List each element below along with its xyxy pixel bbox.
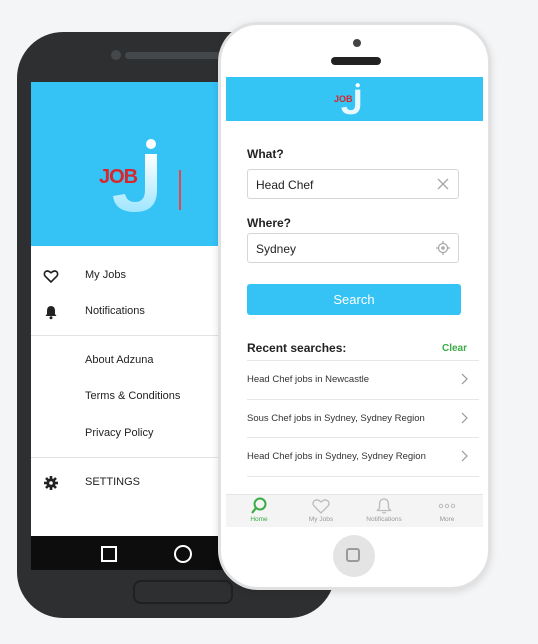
drawer-divider xyxy=(31,335,221,336)
recent-search-row[interactable]: Sous Chef jobs in Sydney, Sydney Region xyxy=(247,399,479,438)
job-logo-small: JOB xyxy=(334,82,374,118)
iphone-camera xyxy=(353,39,361,47)
android-speaker xyxy=(125,52,223,59)
where-label: Where? xyxy=(247,216,292,230)
what-input[interactable]: Head Chef xyxy=(247,169,459,199)
more-dots-icon xyxy=(438,503,456,509)
recent-search-text: Sous Chef jobs in Sydney, Sydney Region xyxy=(247,413,425,424)
heart-icon xyxy=(43,270,59,284)
location-target-icon[interactable] xyxy=(436,241,450,255)
menu-label-terms: Terms & Conditions xyxy=(85,390,181,402)
android-camera xyxy=(111,50,121,60)
android-bottom-slot xyxy=(133,580,233,604)
tab-label: My Jobs xyxy=(308,516,334,523)
menu-item-privacy[interactable]: Privacy Policy xyxy=(31,422,221,446)
back-square-icon[interactable] xyxy=(101,546,117,562)
tab-label: Home xyxy=(250,516,268,523)
menu-label-notifications: Notifications xyxy=(85,305,145,317)
chevron-right-icon xyxy=(461,412,468,424)
what-input-value: Head Chef xyxy=(256,178,314,192)
recent-searches-title: Recent searches: xyxy=(247,341,347,355)
menu-item-terms[interactable]: Terms & Conditions xyxy=(31,385,221,409)
bell-icon xyxy=(376,498,392,514)
iphone: JOB What? Head Chef Where? Sydney Search xyxy=(218,22,491,590)
recent-search-text: Head Chef jobs in Newcastle xyxy=(247,374,369,385)
heart-icon xyxy=(312,499,330,514)
job-logo: JOB xyxy=(99,138,189,218)
iphone-home-button[interactable] xyxy=(333,535,375,577)
logo-text: JOB xyxy=(99,166,138,188)
logo-text: JOB xyxy=(334,94,353,104)
search-button[interactable]: Search xyxy=(247,284,461,315)
home-square-icon xyxy=(346,548,360,562)
tab-more[interactable]: More xyxy=(422,497,472,527)
menu-label-my-jobs: My Jobs xyxy=(85,269,126,281)
logo-accent xyxy=(179,170,187,210)
home-circle-icon[interactable] xyxy=(174,545,192,563)
recent-search-row[interactable]: Head Chef jobs in Newcastle xyxy=(247,360,479,399)
tab-my-jobs[interactable]: My Jobs xyxy=(296,497,346,527)
tab-bar: Home My Jobs Notifications More xyxy=(226,494,483,527)
menu-label-privacy: Privacy Policy xyxy=(85,427,154,439)
clear-x-icon[interactable] xyxy=(436,177,450,191)
chevron-right-icon xyxy=(461,450,468,462)
menu-item-my-jobs[interactable]: My Jobs xyxy=(31,264,221,288)
menu-item-notifications[interactable]: Notifications xyxy=(31,300,221,324)
recent-search-row[interactable]: Head Chef jobs in Sydney, Sydney Region xyxy=(247,437,479,477)
menu-label-settings: SETTINGS xyxy=(85,476,141,488)
iphone-speaker xyxy=(331,57,381,65)
tab-home[interactable]: Home xyxy=(234,497,284,527)
recent-search-text: Head Chef jobs in Sydney, Sydney Region xyxy=(247,451,426,462)
where-input-value: Sydney xyxy=(256,242,297,256)
tab-notifications[interactable]: Notifications xyxy=(359,497,409,527)
gear-icon xyxy=(44,476,58,490)
app-header: JOB xyxy=(226,77,483,121)
menu-item-about[interactable]: About Adzuna xyxy=(31,349,221,373)
drawer-divider xyxy=(31,457,221,458)
tab-label: More xyxy=(439,516,455,523)
menu-label-about: About Adzuna xyxy=(85,354,154,366)
search-icon xyxy=(251,497,267,514)
where-input[interactable]: Sydney xyxy=(247,233,459,263)
menu-item-settings[interactable]: SETTINGS xyxy=(31,471,221,495)
clear-recent-button[interactable]: Clear xyxy=(442,343,467,354)
iphone-screen: JOB What? Head Chef Where? Sydney Search xyxy=(226,77,483,527)
bell-icon xyxy=(45,306,57,320)
chevron-right-icon xyxy=(461,373,468,385)
what-label: What? xyxy=(247,147,284,161)
tab-label: Notifications xyxy=(366,516,402,523)
